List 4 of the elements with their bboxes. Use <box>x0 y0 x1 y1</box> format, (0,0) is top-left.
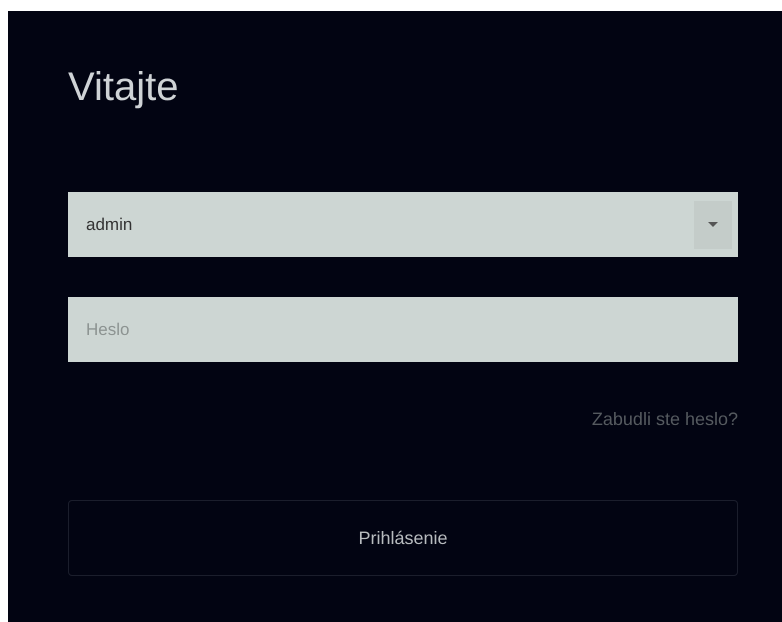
dropdown-button[interactable] <box>694 200 732 248</box>
caret-icon <box>708 222 718 227</box>
login-button[interactable]: Prihlásenie <box>68 500 738 576</box>
welcome-title: Vitajte <box>68 64 180 111</box>
